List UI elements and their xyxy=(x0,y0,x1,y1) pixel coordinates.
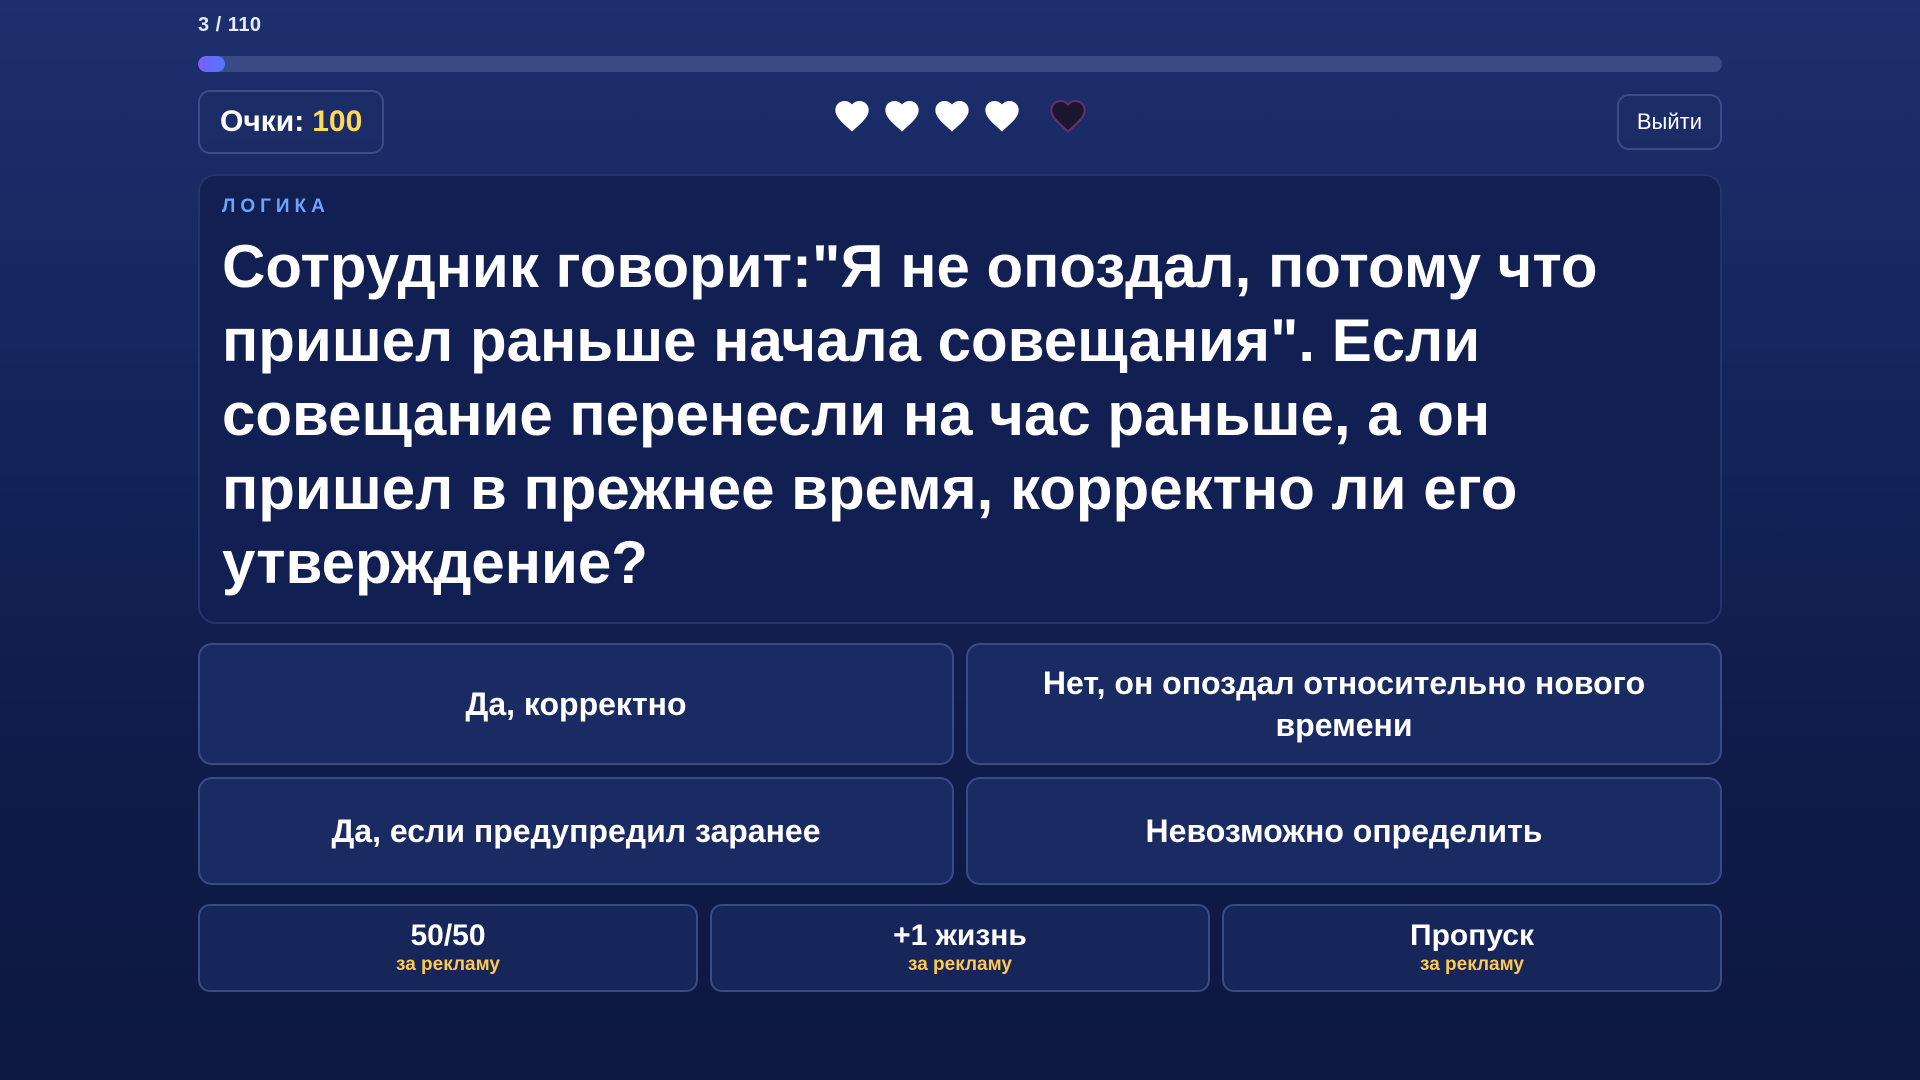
heart-icon xyxy=(932,96,972,136)
bonus-subtitle: за рекламу xyxy=(908,954,1012,975)
score-display: Очки: 100 xyxy=(198,90,385,154)
question-card: ЛОГИКА Сотрудник говорит:"Я не опоздал, … xyxy=(198,174,1722,624)
answer-option-3[interactable]: Да, если предупредил заранее xyxy=(198,777,954,885)
extra-life-button[interactable]: +1 жизнь за рекламу xyxy=(710,904,1210,992)
answer-option-4[interactable]: Невозможно определить xyxy=(966,777,1722,885)
question-text: Сотрудник говорит:"Я не опоздал, потому … xyxy=(222,233,1598,596)
heart-icon xyxy=(882,96,922,136)
heart-empty-icon xyxy=(1048,96,1088,136)
exit-button[interactable]: Выйти xyxy=(1616,94,1722,150)
answer-option-1[interactable]: Да, корректно xyxy=(198,643,954,765)
skip-button[interactable]: Пропуск за рекламу xyxy=(1222,904,1722,992)
bonus-title: +1 жизнь xyxy=(893,919,1027,952)
bonus-title: 50/50 xyxy=(410,919,486,952)
progress-bar xyxy=(198,56,1722,72)
score-value: 100 xyxy=(312,105,363,138)
bonus-subtitle: за рекламу xyxy=(396,954,500,975)
lives-indicator xyxy=(198,96,1722,136)
bonus-title: Пропуск xyxy=(1410,919,1534,952)
progress-bar-fill xyxy=(198,56,226,72)
heart-icon xyxy=(832,96,872,136)
answer-option-2[interactable]: Нет, он опоздал относительно нового врем… xyxy=(966,643,1722,765)
fifty-fifty-button[interactable]: 50/50 за рекламу xyxy=(198,904,698,992)
progress-counter: 3 / 110 xyxy=(198,14,262,36)
score-label: Очки: xyxy=(220,105,305,138)
bonus-subtitle: за рекламу xyxy=(1420,954,1524,975)
question-category: ЛОГИКА xyxy=(222,196,330,217)
heart-icon xyxy=(982,96,1022,136)
